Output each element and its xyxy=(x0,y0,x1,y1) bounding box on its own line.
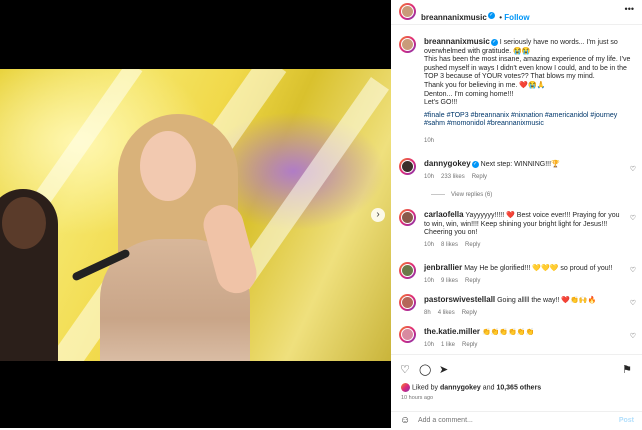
liked-by-user[interactable]: dannygokey xyxy=(440,384,481,391)
emoji-icon[interactable]: ☺ xyxy=(400,415,410,426)
post-time-ago: 10 hours ago xyxy=(401,395,434,401)
post-actions: ♡ ◯ ➤ ⚑ Liked by dannygokey and 10,365 o… xyxy=(391,354,642,429)
add-comment-input[interactable]: Add a comment... xyxy=(418,417,473,424)
caption-line: Let's GO!!! xyxy=(424,99,458,107)
commenter-avatar[interactable] xyxy=(399,209,416,226)
comment-username[interactable]: pastorswivestellall xyxy=(424,295,495,304)
liked-by-prefix: Liked by xyxy=(411,384,439,392)
post-side-panel: breannanixmusic ✓ • Follow ••• breannanix… xyxy=(391,0,642,428)
like-comment-heart-icon[interactable]: ♡ xyxy=(630,299,636,307)
comment-text: Next step: WINNING!!!🏆 xyxy=(480,161,560,168)
comment-item: jenbrallier May He be glorified!!! 💛💛💛 s… xyxy=(424,263,624,285)
comment-likes[interactable]: 4 likes xyxy=(438,310,455,316)
more-options-icon[interactable]: ••• xyxy=(625,4,634,14)
comment-text: 👏👏👏👏👏👏 xyxy=(481,329,535,336)
commenter-avatar[interactable] xyxy=(399,158,416,175)
commenter-avatar[interactable] xyxy=(399,294,416,311)
save-bookmark-icon[interactable]: ⚑ xyxy=(622,363,632,376)
likes-summary[interactable]: Liked by dannygokey and 10,365 others xyxy=(401,383,541,392)
liked-by-count[interactable]: 10,365 others xyxy=(496,384,541,391)
comment-reply-button[interactable]: Reply xyxy=(462,342,477,348)
like-comment-heart-icon[interactable]: ♡ xyxy=(630,266,636,274)
comment-item: pastorswivestellall Going alllll the way… xyxy=(424,295,624,317)
comment-reply-button[interactable]: Reply xyxy=(465,242,480,248)
caption-line: This has been the most insane, amazing e… xyxy=(424,56,631,81)
comment-time: 10h xyxy=(424,241,435,248)
caption-hashtags[interactable]: #finale #TOP3 #breannanix #nixnation #am… xyxy=(424,112,634,129)
comment-reply-button[interactable]: Reply xyxy=(462,310,477,316)
liked-by-and: and xyxy=(482,384,495,392)
comment-item: carlaofella Yayyyyyy!!!!! ❤️ Best voice … xyxy=(424,210,624,249)
add-comment-bar: ☺ Add a comment... Post xyxy=(391,411,642,430)
comment-likes[interactable]: 233 likes xyxy=(441,174,465,180)
comment-username[interactable]: the.katie.miller xyxy=(424,327,480,336)
comment-username[interactable]: carlaofella xyxy=(424,210,464,219)
post-caption: breannanixmusic ✓ I seriously have no wor… xyxy=(424,37,634,146)
comment-item: the.katie.miller 👏👏👏👏👏👏 10h 1 like Reply xyxy=(424,327,624,349)
commenter-avatar[interactable] xyxy=(399,326,416,343)
verified-icon: ✓ xyxy=(487,12,495,20)
comment-time: 10h xyxy=(424,173,435,180)
like-comment-heart-icon[interactable]: ♡ xyxy=(630,214,636,222)
comment-text: May He be glorified!!! 💛💛💛 so proud of y… xyxy=(464,265,613,272)
like-heart-icon[interactable]: ♡ xyxy=(400,363,410,376)
follow-button[interactable]: Follow xyxy=(504,13,529,22)
caption-username[interactable]: breannanixmusic xyxy=(424,37,490,46)
verified-icon: ✓ xyxy=(471,160,479,168)
post-comment-button[interactable]: Post xyxy=(619,417,634,424)
comment-time: 8h xyxy=(424,309,431,316)
like-comment-heart-icon[interactable]: ♡ xyxy=(630,165,636,173)
comment-likes[interactable]: 8 likes xyxy=(441,242,458,248)
caption-line: Denton... I'm coming home!!! xyxy=(424,90,514,98)
background-performer-head xyxy=(2,197,46,249)
verified-icon: ✓ xyxy=(490,38,498,46)
commenter-avatar[interactable] xyxy=(399,262,416,279)
author-username[interactable]: breannanixmusic xyxy=(421,13,487,22)
comment-bubble-icon[interactable]: ◯ xyxy=(419,363,431,376)
post-header: breannanixmusic ✓ • Follow ••• xyxy=(391,0,642,25)
comment-reply-button[interactable]: Reply xyxy=(472,174,487,180)
comment-time: 10h xyxy=(424,277,435,284)
view-replies-link[interactable]: View replies (6) xyxy=(431,192,492,198)
post-media: › xyxy=(0,0,391,428)
caption-avatar[interactable] xyxy=(399,36,416,53)
next-image-button[interactable]: › xyxy=(371,208,385,222)
author-avatar[interactable] xyxy=(399,3,416,20)
comment-text: Going alllll the way!! ❤️👏🙌🔥 xyxy=(497,297,597,304)
comment-time: 10h xyxy=(424,341,435,348)
comment-reply-button[interactable]: Reply xyxy=(465,278,480,284)
comment-likes[interactable]: 9 likes xyxy=(441,278,458,284)
caption-time: 10h xyxy=(424,137,435,144)
liker-avatar xyxy=(401,383,410,392)
comment-likes[interactable]: 1 like xyxy=(441,342,455,348)
comment-username[interactable]: jenbrallier xyxy=(424,263,462,272)
comment-username[interactable]: dannygokey xyxy=(424,159,471,168)
like-comment-heart-icon[interactable]: ♡ xyxy=(630,332,636,340)
caption-line: Thank you for believing in me. ❤️😭🙏 xyxy=(424,81,546,89)
share-paper-plane-icon[interactable]: ➤ xyxy=(439,363,448,376)
post-photo[interactable] xyxy=(0,69,391,361)
singer-face xyxy=(140,131,196,201)
comment-item: dannygokey ✓ Next step: WINNING!!!🏆 10h 23… xyxy=(424,159,624,181)
